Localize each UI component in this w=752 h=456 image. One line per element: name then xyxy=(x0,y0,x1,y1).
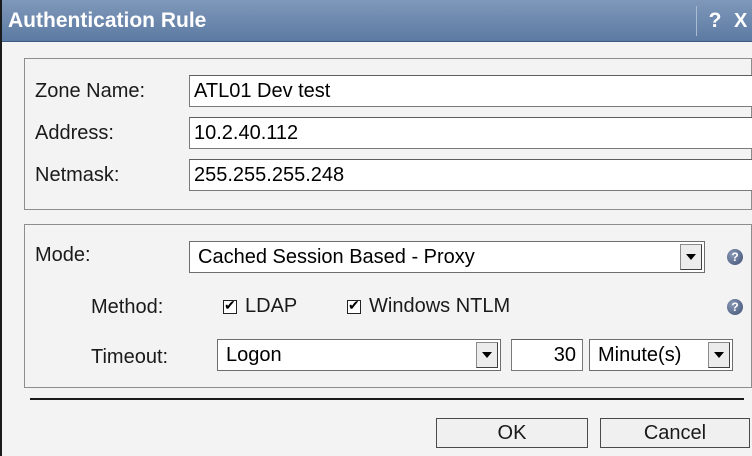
authentication-rule-dialog: Authentication Rule ? X Zone Name: ATL01… xyxy=(0,0,752,456)
netmask-label: Netmask: xyxy=(35,164,120,186)
method-label: Method: xyxy=(91,296,164,318)
mode-selected-value: Cached Session Based - Proxy xyxy=(198,246,475,268)
chevron-down-icon[interactable] xyxy=(476,342,498,368)
authentication-group: Mode: Cached Session Based - Proxy ? Met… xyxy=(24,224,752,388)
footer-divider xyxy=(30,398,744,400)
chevron-down-icon[interactable] xyxy=(680,244,702,270)
ldap-option[interactable]: LDAP xyxy=(223,295,297,318)
timeout-type-value: Logon xyxy=(226,344,282,366)
zone-name-label: Zone Name: xyxy=(35,80,146,102)
mode-label: Mode: xyxy=(35,244,91,266)
ldap-label: LDAP xyxy=(245,295,298,317)
dialog-title: Authentication Rule xyxy=(8,9,207,32)
title-separator xyxy=(696,6,697,36)
windows-ntlm-checkbox[interactable] xyxy=(347,297,361,314)
timeout-type-select[interactable]: Logon xyxy=(217,339,501,371)
title-bar[interactable]: Authentication Rule ? X xyxy=(2,0,752,42)
close-button[interactable]: X xyxy=(734,8,752,34)
ok-button[interactable]: OK xyxy=(436,418,588,448)
timeout-unit-select[interactable]: Minute(s) xyxy=(589,339,733,371)
method-help-icon[interactable]: ? xyxy=(727,299,743,315)
timeout-value-field[interactable]: 30 xyxy=(511,339,583,371)
address-field[interactable]: 10.2.40.112 xyxy=(189,117,752,149)
mode-help-icon[interactable]: ? xyxy=(727,249,743,265)
netmask-field[interactable]: 255.255.255.248 xyxy=(189,159,752,191)
title-help-button[interactable]: ? xyxy=(705,8,725,34)
timeout-label: Timeout: xyxy=(91,346,169,368)
zone-name-field[interactable]: ATL01 Dev test xyxy=(189,75,752,107)
chevron-down-icon[interactable] xyxy=(708,342,730,368)
windows-ntlm-option[interactable]: Windows NTLM xyxy=(347,295,510,318)
cancel-button[interactable]: Cancel xyxy=(600,418,750,448)
address-label: Address: xyxy=(35,122,114,144)
windows-ntlm-label: Windows NTLM xyxy=(369,295,511,317)
mode-select[interactable]: Cached Session Based - Proxy xyxy=(189,241,705,273)
ldap-checkbox[interactable] xyxy=(223,297,237,314)
zone-group: Zone Name: ATL01 Dev test Address: 10.2.… xyxy=(24,58,752,210)
timeout-value: 30 xyxy=(553,344,576,366)
timeout-unit-value: Minute(s) xyxy=(598,344,682,366)
